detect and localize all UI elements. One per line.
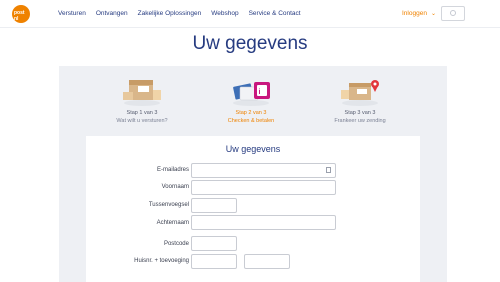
step-3: Stap 3 van 3 Frankeer uw zending: [305, 74, 415, 124]
parcel-icon: [117, 74, 167, 106]
nav-item-ontvangen[interactable]: Ontvangen: [96, 10, 128, 17]
step-1: Stap 1 van 3 Wat wilt u versturen?: [87, 74, 197, 124]
chevron-down-icon: ⌄: [430, 11, 436, 17]
nav-item-zakelijke-oplossingen[interactable]: Zakelijke Oplossingen: [138, 10, 202, 17]
search-button[interactable]: [441, 6, 465, 21]
housenumber-label: Huisnr. + toevoeging: [134, 258, 189, 264]
postcode-label: Postcode: [163, 241, 189, 247]
housenumber-addition-field[interactable]: [244, 254, 290, 269]
nav-item-versturen[interactable]: Versturen: [58, 10, 86, 17]
login-button[interactable]: Inloggen ⌄: [402, 10, 436, 17]
top-navigation: post nl Versturen Ontvangen Zakelijke Op…: [0, 0, 500, 28]
main-nav: Versturen Ontvangen Zakelijke Oplossinge…: [58, 10, 301, 17]
personal-details-card: Uw gegevens E-mailadres Voornaam Tussenv…: [86, 136, 420, 282]
infix-field[interactable]: [191, 198, 237, 213]
page-title: Uw gegevens: [192, 33, 308, 54]
nav-item-webshop[interactable]: Webshop: [211, 10, 238, 17]
step-1-label: Stap 1 van 3: [126, 110, 158, 116]
nav-item-service-contact[interactable]: Service & Contact: [249, 10, 301, 17]
step-2-sub: Checken & betalen: [227, 118, 275, 124]
step-1-sub: Wat wilt u versturen?: [116, 118, 168, 124]
lastname-field[interactable]: [191, 215, 336, 230]
firstname-field[interactable]: [191, 180, 336, 195]
svg-text:i: i: [259, 89, 261, 96]
postcode-field[interactable]: [191, 236, 237, 251]
infix-label: Tussenvoegsel: [148, 202, 189, 208]
search-icon: [450, 10, 456, 16]
email-label: E-mailadres: [156, 167, 189, 173]
step-2-label: Stap 2 van 3: [235, 110, 267, 116]
lastname-label: Achternaam: [156, 220, 189, 226]
postnl-logo[interactable]: post nl: [12, 5, 30, 23]
form-title: Uw gegevens: [225, 144, 281, 154]
email-field[interactable]: [191, 163, 336, 178]
housenumber-field[interactable]: [191, 254, 237, 269]
payment-cards-icon: i: [226, 74, 276, 106]
step-3-label: Stap 3 van 3: [344, 110, 376, 116]
autofill-icon[interactable]: [326, 167, 331, 173]
firstname-label: Voornaam: [161, 184, 189, 190]
parcel-location-icon: [335, 74, 385, 106]
step-3-sub: Frankeer uw zending: [334, 118, 386, 124]
step-2: i Stap 2 van 3 Checken & betalen: [196, 74, 306, 124]
login-label: Inloggen: [402, 10, 427, 17]
